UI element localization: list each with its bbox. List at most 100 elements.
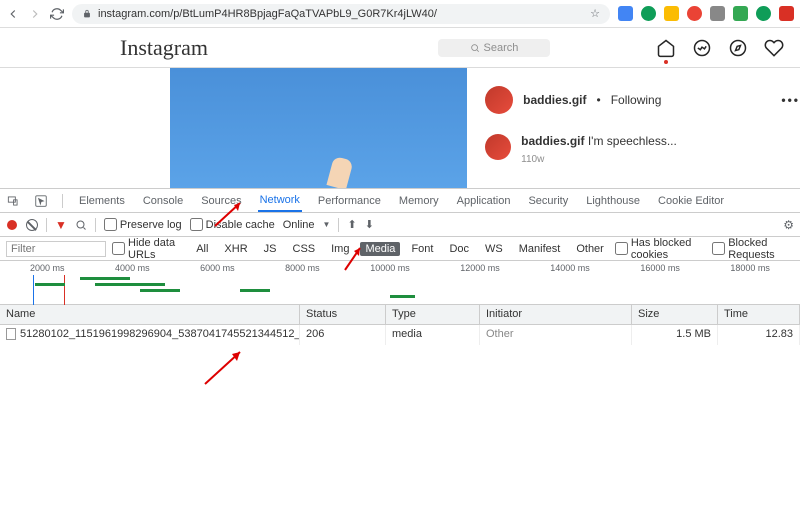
lock-icon — [82, 9, 92, 19]
blocked-cookies-checkbox[interactable]: Has blocked cookies — [615, 237, 706, 261]
gear-icon[interactable]: ⚙ — [783, 218, 794, 232]
cell-status: 206 — [300, 325, 386, 345]
caption-row: baddies.gif I'm speechless... 110w — [485, 134, 800, 165]
devtools-panel: Elements Console Sources Network Perform… — [0, 188, 800, 345]
cell-time: 12.83 — [718, 325, 800, 345]
col-status[interactable]: Status — [300, 305, 386, 324]
filter-input[interactable] — [6, 241, 106, 257]
col-name[interactable]: Name — [0, 305, 300, 324]
explore-icon[interactable] — [728, 38, 748, 58]
post-sidebar: baddies.gif • Following ••• baddies.gif … — [485, 68, 800, 188]
instagram-logo[interactable]: Instagram — [120, 35, 208, 61]
star-icon[interactable]: ☆ — [590, 7, 600, 20]
caption-text: I'm speechless... — [588, 134, 677, 148]
avatar[interactable] — [485, 134, 511, 160]
record-button[interactable] — [6, 219, 18, 231]
home-icon[interactable] — [656, 38, 676, 58]
chip-media[interactable]: Media — [360, 242, 400, 256]
chip-js[interactable]: JS — [259, 242, 282, 256]
caption-user[interactable]: baddies.gif — [521, 134, 584, 148]
content-area: baddies.gif • Following ••• baddies.gif … — [0, 68, 800, 188]
search-icon[interactable] — [75, 219, 87, 231]
more-options[interactable]: ••• — [781, 93, 800, 107]
tab-performance[interactable]: Performance — [316, 191, 383, 211]
search-placeholder: Search — [484, 42, 519, 54]
search-icon — [470, 43, 480, 53]
post-age: 110w — [521, 154, 677, 165]
cell-type: media — [386, 325, 480, 345]
network-toolbar: ▼ Preserve log Disable cache Online ▼ ⬆ … — [0, 213, 800, 237]
preserve-log-checkbox[interactable]: Preserve log — [104, 218, 182, 231]
blocked-requests-checkbox[interactable]: Blocked Requests — [712, 237, 794, 261]
notification-dot — [664, 60, 668, 64]
cell-name: 51280102_1151961998296904_53870417455213… — [0, 325, 300, 345]
chip-xhr[interactable]: XHR — [219, 242, 252, 256]
url-text: instagram.com/p/BtLumP4HR8BpjagFaQaTVAPb… — [98, 8, 437, 20]
tab-cookie-editor[interactable]: Cookie Editor — [656, 191, 726, 211]
chip-manifest[interactable]: Manifest — [514, 242, 566, 256]
table-header: Name Status Type Initiator Size Time — [0, 305, 800, 325]
table-row[interactable]: 51280102_1151961998296904_53870417455213… — [0, 325, 800, 345]
extension-icon[interactable] — [664, 6, 679, 21]
chevron-down-icon: ▼ — [323, 220, 331, 229]
filter-bar: Hide data URLs All XHR JS CSS Img Media … — [0, 237, 800, 261]
avatar[interactable] — [485, 86, 513, 114]
instagram-nav — [656, 38, 784, 58]
col-size[interactable]: Size — [632, 305, 718, 324]
throttling-dropdown[interactable]: Online — [283, 219, 315, 231]
heart-icon[interactable] — [764, 38, 784, 58]
chip-all[interactable]: All — [191, 242, 213, 256]
tab-network[interactable]: Network — [258, 190, 302, 212]
follow-status[interactable]: Following — [611, 93, 662, 107]
inspect-icon[interactable] — [34, 194, 48, 208]
file-icon — [6, 328, 16, 340]
tab-console[interactable]: Console — [141, 191, 185, 211]
extension-icon[interactable] — [733, 6, 748, 21]
filter-toggle-icon[interactable]: ▼ — [55, 218, 67, 232]
download-icon[interactable]: ⬇ — [365, 218, 374, 231]
chip-img[interactable]: Img — [326, 242, 354, 256]
browser-toolbar: instagram.com/p/BtLumP4HR8BpjagFaQaTVAPb… — [0, 0, 800, 28]
messenger-icon[interactable] — [692, 38, 712, 58]
chip-other[interactable]: Other — [571, 242, 609, 256]
back-button[interactable] — [6, 7, 20, 21]
reload-button[interactable] — [50, 7, 64, 21]
tab-security[interactable]: Security — [526, 191, 570, 211]
upload-icon[interactable]: ⬆ — [347, 218, 356, 231]
extension-icon[interactable] — [687, 6, 702, 21]
post-image[interactable] — [170, 68, 467, 188]
chip-ws[interactable]: WS — [480, 242, 508, 256]
device-toggle-icon[interactable] — [6, 194, 20, 208]
time-labels: 2000 ms4000 ms6000 ms8000 ms10000 ms1200… — [0, 261, 800, 275]
forward-button[interactable] — [28, 7, 42, 21]
caption: baddies.gif I'm speechless... — [521, 134, 677, 148]
extension-icon[interactable] — [641, 6, 656, 21]
image-content — [326, 156, 353, 188]
clear-button[interactable] — [26, 219, 38, 231]
search-box[interactable]: Search — [438, 39, 551, 57]
extension-icon[interactable] — [618, 6, 633, 21]
cell-size: 1.5 MB — [632, 325, 718, 345]
separator: • — [596, 93, 600, 107]
col-initiator[interactable]: Initiator — [480, 305, 632, 324]
tab-sources[interactable]: Sources — [199, 191, 243, 211]
extension-icon[interactable] — [756, 6, 771, 21]
tab-lighthouse[interactable]: Lighthouse — [584, 191, 642, 211]
chip-css[interactable]: CSS — [288, 242, 321, 256]
address-bar[interactable]: instagram.com/p/BtLumP4HR8BpjagFaQaTVAPb… — [72, 4, 610, 24]
chip-font[interactable]: Font — [406, 242, 438, 256]
col-time[interactable]: Time — [718, 305, 800, 324]
instagram-header: Instagram Search — [0, 28, 800, 68]
waterfall-overview[interactable]: 2000 ms4000 ms6000 ms8000 ms10000 ms1200… — [0, 261, 800, 305]
tab-memory[interactable]: Memory — [397, 191, 441, 211]
devtools-tabs: Elements Console Sources Network Perform… — [0, 189, 800, 213]
hide-data-urls-checkbox[interactable]: Hide data URLs — [112, 237, 185, 261]
tab-elements[interactable]: Elements — [77, 191, 127, 211]
col-type[interactable]: Type — [386, 305, 480, 324]
disable-cache-checkbox[interactable]: Disable cache — [190, 218, 275, 231]
tab-application[interactable]: Application — [455, 191, 513, 211]
extension-icon[interactable] — [710, 6, 725, 21]
extension-icon[interactable] — [779, 6, 794, 21]
username[interactable]: baddies.gif — [523, 93, 586, 107]
chip-doc[interactable]: Doc — [444, 242, 474, 256]
